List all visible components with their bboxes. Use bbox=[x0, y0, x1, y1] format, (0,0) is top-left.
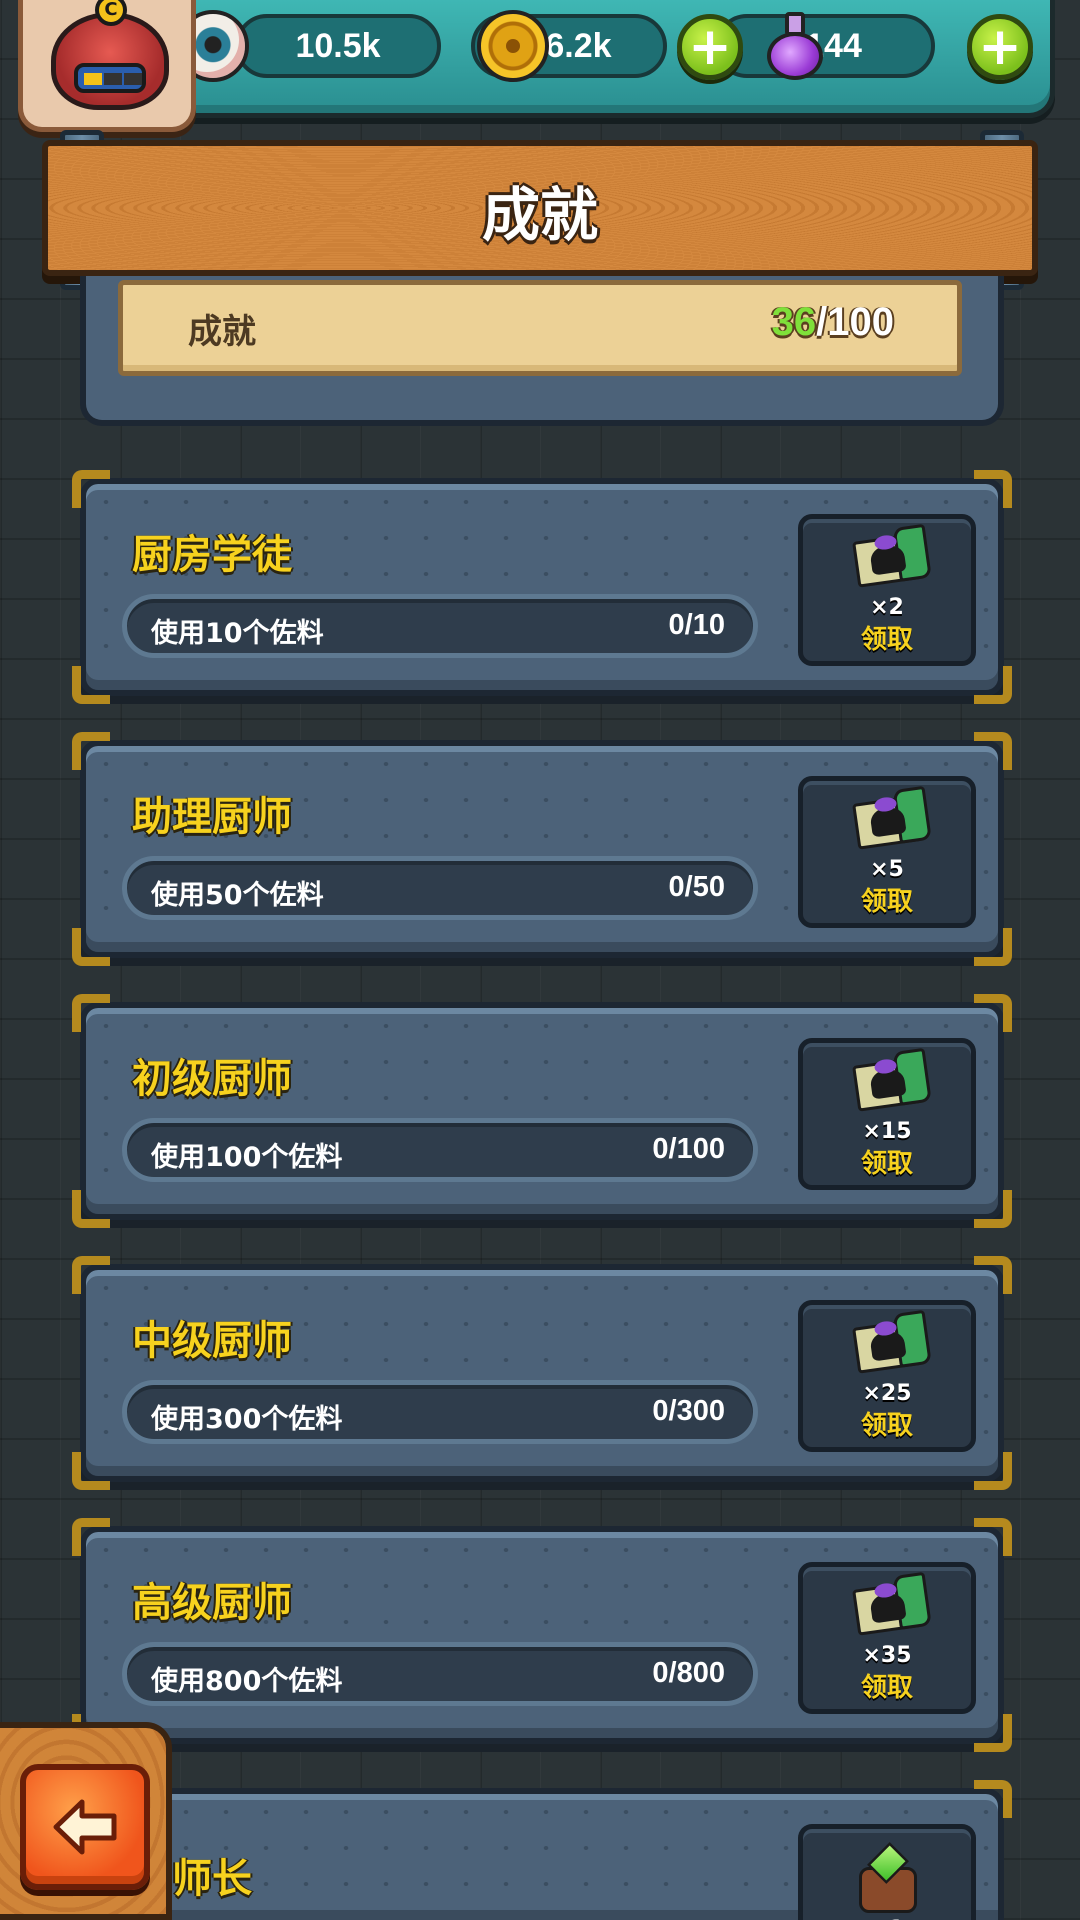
coin-icon bbox=[477, 10, 549, 82]
achievement-progress-bar: 使用300个佐料 0/300 bbox=[122, 1380, 758, 1444]
achievements-total: /100 bbox=[816, 300, 894, 344]
achievement-progress: 0/10 bbox=[668, 609, 725, 641]
eyeball-count: 10.5k bbox=[295, 26, 381, 65]
reward-quantity: ×35 bbox=[862, 1643, 912, 1668]
achievement-progress-bar: 使用800个佐料 0/800 bbox=[122, 1642, 758, 1706]
recipe-scroll-icon bbox=[847, 785, 933, 858]
resource-bar: 10.5k 66.2k 1144 + + bbox=[150, 0, 1055, 118]
achievement-progress-bar: 使用50个佐料 0/50 bbox=[122, 856, 758, 920]
arrow-left-icon bbox=[53, 1799, 117, 1855]
achievement-title: 高级厨师 bbox=[132, 1580, 292, 1626]
claim-reward-button[interactable]: ×1 bbox=[798, 1824, 976, 1920]
back-button[interactable] bbox=[20, 1764, 150, 1890]
add-potions-button[interactable]: + bbox=[967, 14, 1033, 80]
achievement-description: 使用10个佐料 bbox=[151, 618, 324, 649]
reward-quantity: ×5 bbox=[870, 857, 904, 882]
reward-quantity: ×2 bbox=[870, 595, 904, 620]
achievement-progress: 0/100 bbox=[652, 1133, 725, 1165]
claim-label: 领取 bbox=[860, 1411, 913, 1441]
green-gem-icon bbox=[857, 1842, 919, 1913]
recipe-scroll-icon bbox=[847, 1047, 933, 1120]
player-avatar[interactable]: C bbox=[18, 0, 196, 132]
add-coins-button[interactable]: + bbox=[677, 14, 743, 80]
achievement-card: 厨房学徒 使用10个佐料 0/10 ×2 领取 bbox=[72, 470, 1012, 704]
achievement-description: 使用50个佐料 bbox=[151, 880, 324, 911]
achievement-card: 中级厨师 使用300个佐料 0/300 ×25 领取 bbox=[72, 1256, 1012, 1490]
achievement-progress-bar: 使用100个佐料 0/100 bbox=[122, 1118, 758, 1182]
summary-label: 成就 bbox=[188, 312, 256, 352]
achievement-progress: 0/300 bbox=[652, 1395, 725, 1427]
claim-reward-button[interactable]: ×15 领取 bbox=[798, 1038, 976, 1190]
recipe-scroll-icon bbox=[847, 523, 933, 596]
robot-face-icon bbox=[51, 12, 169, 110]
eyeball-counter: 10.5k bbox=[235, 14, 441, 78]
claim-reward-button[interactable]: ×25 领取 bbox=[798, 1300, 976, 1452]
achievements-completed: 36 bbox=[771, 300, 817, 344]
claim-label: 领取 bbox=[860, 887, 913, 917]
plus-icon: + bbox=[978, 17, 1022, 77]
potion-icon bbox=[761, 10, 833, 82]
achievement-progress-bar: 使用10个佐料 0/10 bbox=[122, 594, 758, 658]
achievement-title: 中级厨师 bbox=[132, 1318, 292, 1364]
achievement-title: 初级厨师 bbox=[132, 1056, 292, 1102]
page-title: 成就 bbox=[481, 181, 598, 249]
achievement-progress: 0/50 bbox=[668, 871, 725, 903]
achievement-title: 助理厨师 bbox=[132, 794, 292, 840]
achievement-description: 使用300个佐料 bbox=[151, 1404, 343, 1435]
recipe-scroll-icon bbox=[847, 1309, 933, 1382]
achievement-description: 使用800个佐料 bbox=[151, 1666, 343, 1697]
claim-reward-button[interactable]: ×35 领取 bbox=[798, 1562, 976, 1714]
claim-label: 领取 bbox=[860, 625, 913, 655]
reward-quantity: ×15 bbox=[862, 1119, 912, 1144]
claim-label: 领取 bbox=[860, 1149, 913, 1179]
claim-label: 领取 bbox=[860, 1673, 913, 1703]
achievement-card: 师长 ×1 bbox=[80, 1780, 1012, 1920]
achievement-progress: 0/800 bbox=[652, 1657, 725, 1689]
recipe-scroll-icon bbox=[847, 1571, 933, 1644]
achievement-title: 师长 bbox=[172, 1856, 252, 1902]
achievement-card: 助理厨师 使用50个佐料 0/50 ×5 领取 bbox=[72, 732, 1012, 966]
plus-icon: + bbox=[688, 17, 732, 77]
reward-quantity: ×25 bbox=[862, 1381, 912, 1406]
achievement-title: 厨房学徒 bbox=[132, 532, 292, 578]
claim-reward-button[interactable]: ×5 领取 bbox=[798, 776, 976, 928]
achievement-card: 高级厨师 使用800个佐料 0/800 ×35 领取 bbox=[72, 1518, 1012, 1752]
achievement-total-count: 36/100 bbox=[772, 300, 894, 345]
claim-reward-button[interactable]: ×2 领取 bbox=[798, 514, 976, 666]
achievement-description: 使用100个佐料 bbox=[151, 1142, 343, 1173]
achievement-card: 初级厨师 使用100个佐料 0/100 ×15 领取 bbox=[72, 994, 1012, 1228]
